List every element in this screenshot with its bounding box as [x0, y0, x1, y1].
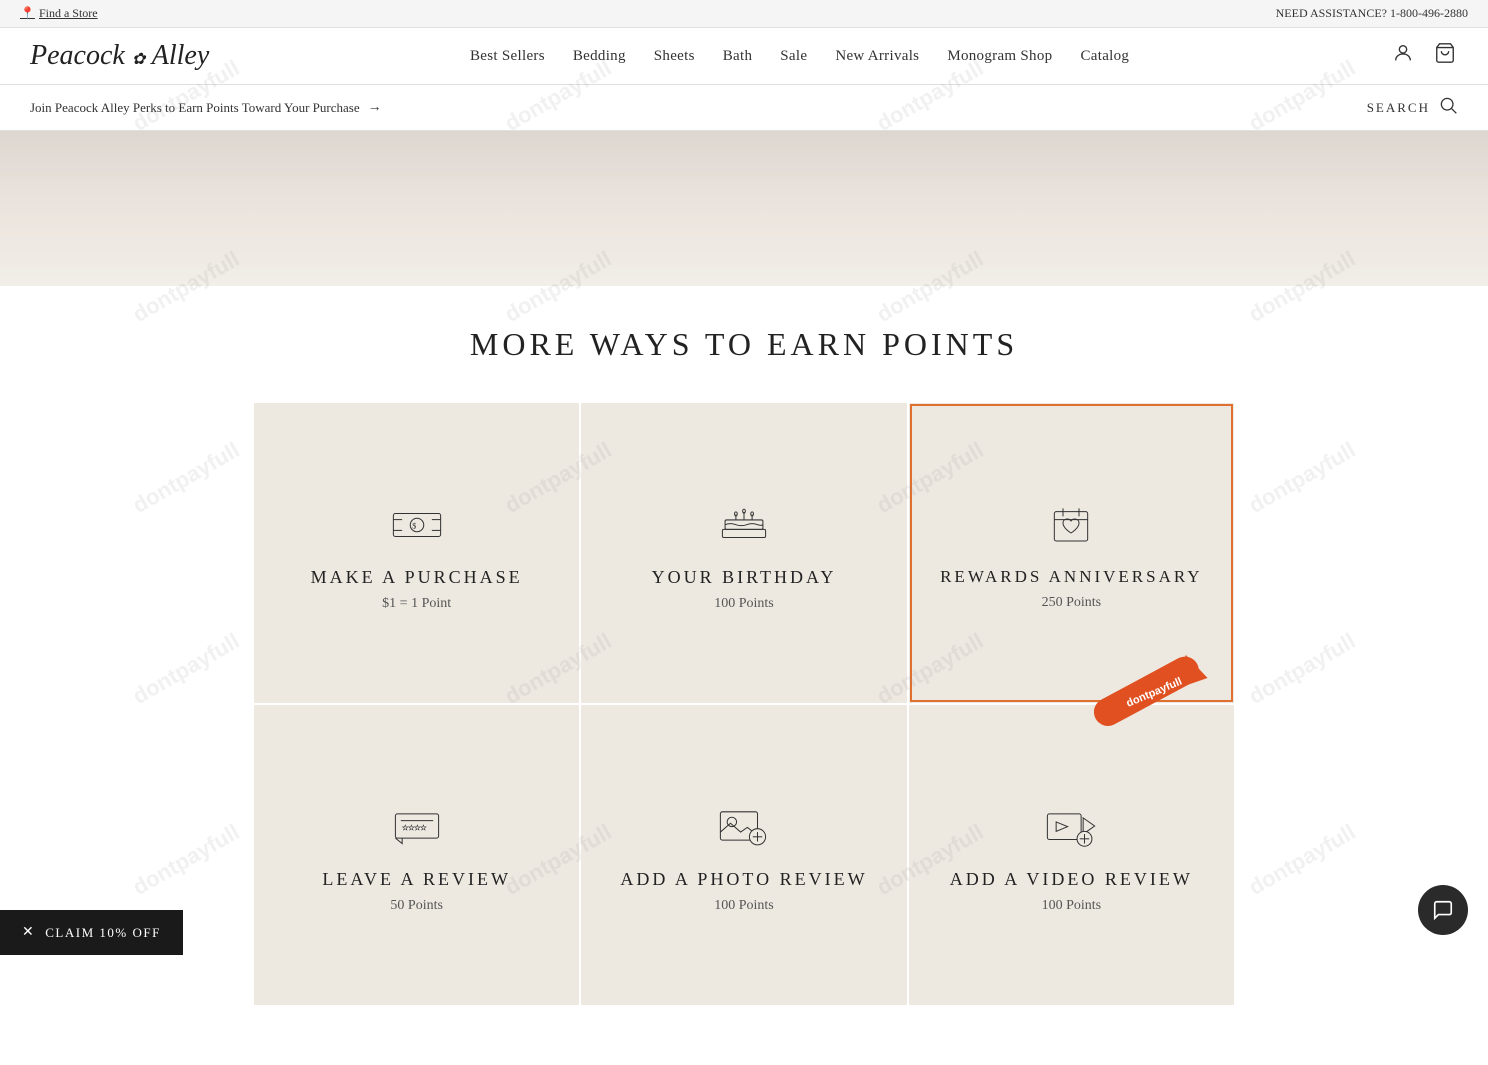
nav-bath[interactable]: Bath — [723, 48, 753, 65]
card-leave-review[interactable]: ★★★★ LEAVE A REVIEW 50 Points — [254, 705, 579, 1005]
nav-sheets[interactable]: Sheets — [654, 48, 695, 65]
claim-bar[interactable]: ✕ CLAIM 10% OFF — [0, 910, 183, 955]
search-label: SEARCH — [1367, 100, 1430, 116]
card-anniversary-points: 250 Points — [1042, 595, 1102, 611]
nav-new-arrivals[interactable]: New Arrivals — [835, 48, 919, 65]
hero-area — [0, 131, 1488, 286]
card-make-purchase[interactable]: $ MAKE A PURCHASE $1 = 1 Point — [254, 403, 579, 703]
main-content: MORE WAYS TO EARN POINTS $ MAKE A PURCHA… — [0, 286, 1488, 1065]
find-store-link[interactable]: 📍 Find a Store — [20, 6, 98, 21]
header-icons — [1390, 40, 1458, 72]
svg-text:★★★★: ★★★★ — [402, 824, 426, 832]
card-review-points: 50 Points — [390, 898, 443, 914]
claim-close-icon[interactable]: ✕ — [22, 924, 35, 941]
card-video-review[interactable]: ADD A VIDEO REVIEW 100 Points — [909, 705, 1234, 1005]
nav-monogram-shop[interactable]: Monogram Shop — [947, 48, 1052, 65]
perks-bar: Join Peacock Alley Perks to Earn Points … — [0, 85, 1488, 131]
pin-icon: 📍 — [20, 6, 35, 21]
search-button[interactable] — [1438, 95, 1458, 120]
card-photo-title: ADD A PHOTO REVIEW — [620, 869, 867, 890]
logo-text: Peacock ✿ Alley — [30, 40, 209, 72]
account-icon-button[interactable] — [1390, 40, 1416, 72]
birthday-icon — [717, 505, 771, 545]
search-container: SEARCH — [1367, 95, 1458, 120]
photo-review-icon — [717, 807, 771, 847]
chat-button[interactable] — [1418, 885, 1468, 935]
nav-catalog[interactable]: Catalog — [1080, 48, 1129, 65]
money-icon: $ — [390, 505, 444, 545]
claim-label: CLAIM 10% OFF — [45, 925, 161, 941]
cart-icon-button[interactable] — [1432, 40, 1458, 72]
perks-text: Join Peacock Alley Perks to Earn Points … — [30, 100, 360, 116]
nav-bedding[interactable]: Bedding — [573, 48, 626, 65]
cards-grid: $ MAKE A PURCHASE $1 = 1 Point — [254, 403, 1234, 1005]
perks-arrow: → — [368, 100, 382, 116]
card-video-points: 100 Points — [1042, 898, 1102, 914]
card-make-purchase-points: $1 = 1 Point — [382, 596, 451, 612]
nav-sale[interactable]: Sale — [780, 48, 807, 65]
top-bar: 📍 Find a Store NEED ASSISTANCE? 1-800-49… — [0, 0, 1488, 28]
card-your-birthday[interactable]: YOUR BIRTHDAY 100 Points — [581, 403, 906, 703]
calendar-heart-icon — [1044, 505, 1098, 545]
video-review-icon — [1044, 807, 1098, 847]
card-video-title: ADD A VIDEO REVIEW — [950, 869, 1193, 890]
review-icon: ★★★★ — [390, 807, 444, 847]
card-rewards-anniversary[interactable]: REWARDS ANNIVERSARY 250 Points dontpayfu… — [909, 403, 1234, 703]
card-photo-points: 100 Points — [714, 898, 774, 914]
assistance-text: NEED ASSISTANCE? 1-800-496-2880 — [1276, 6, 1468, 21]
card-make-purchase-title: MAKE A PURCHASE — [311, 567, 523, 588]
svg-text:$: $ — [412, 521, 416, 530]
perks-text-container[interactable]: Join Peacock Alley Perks to Earn Points … — [30, 100, 382, 116]
card-anniversary-title: REWARDS ANNIVERSARY — [940, 567, 1202, 587]
card-birthday-points: 100 Points — [714, 596, 774, 612]
logo[interactable]: Peacock ✿ Alley — [30, 40, 209, 72]
section-title: MORE WAYS TO EARN POINTS — [20, 326, 1468, 363]
card-photo-review[interactable]: ADD A PHOTO REVIEW 100 Points — [581, 705, 906, 1005]
nav-best-sellers[interactable]: Best Sellers — [470, 48, 545, 65]
card-review-title: LEAVE A REVIEW — [322, 869, 511, 890]
main-nav: Best Sellers Bedding Sheets Bath Sale Ne… — [470, 48, 1129, 65]
card-birthday-title: YOUR BIRTHDAY — [652, 567, 837, 588]
header: Peacock ✿ Alley Best Sellers Bedding She… — [0, 28, 1488, 85]
